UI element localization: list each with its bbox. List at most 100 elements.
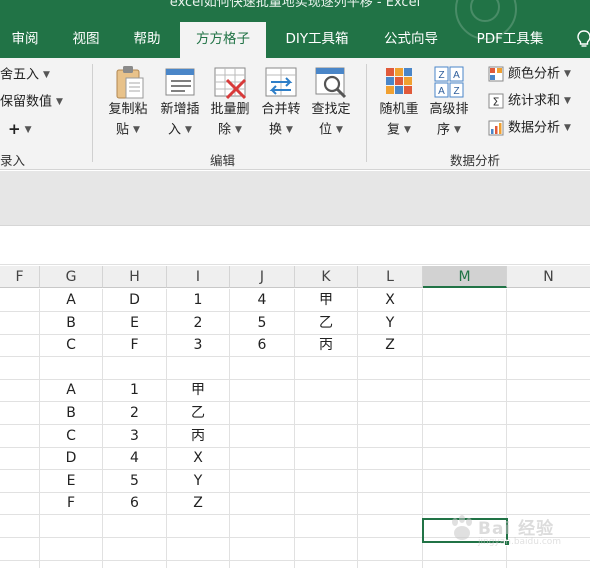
cell-k-5[interactable] <box>295 379 358 402</box>
cell-g-3[interactable]: C <box>40 334 103 357</box>
cell-k-1[interactable]: 甲 <box>295 289 358 312</box>
cell-g-6[interactable]: B <box>40 402 103 425</box>
cell-g-1[interactable]: A <box>40 289 103 312</box>
cell-j-7[interactable] <box>230 425 295 448</box>
cell-l-4[interactable] <box>358 357 423 380</box>
cell-j-4[interactable] <box>230 357 295 380</box>
cell-g-11[interactable] <box>40 515 103 538</box>
cell-j-5[interactable] <box>230 379 295 402</box>
cell-j-12[interactable] <box>230 538 295 561</box>
cell-f-3[interactable] <box>0 334 40 357</box>
cell-f-1[interactable] <box>0 289 40 312</box>
cell-k-10[interactable] <box>295 492 358 515</box>
column-header-i[interactable]: I <box>167 266 230 288</box>
cell-h-11[interactable] <box>103 515 167 538</box>
cell-f-4[interactable] <box>0 357 40 380</box>
cell-k-2[interactable]: 乙 <box>295 312 358 335</box>
column-header-k[interactable]: K <box>295 266 358 288</box>
cell-f-7[interactable] <box>0 425 40 448</box>
cell-g-9[interactable]: E <box>40 470 103 493</box>
cell-m-5[interactable] <box>423 379 507 402</box>
cell-i-9[interactable]: Y <box>167 470 230 493</box>
cell-f-6[interactable] <box>0 402 40 425</box>
cell-l-6[interactable] <box>358 402 423 425</box>
cell-g-5[interactable]: A <box>40 379 103 402</box>
cell-k-9[interactable] <box>295 470 358 493</box>
copy-paste-button[interactable]: 复制粘 贴 ▼ <box>103 62 153 148</box>
tab-pdf-tools[interactable]: PDF工具集 <box>460 22 560 58</box>
cell-n-3[interactable] <box>507 334 590 357</box>
cell-i-12[interactable] <box>167 538 230 561</box>
cell-n-6[interactable] <box>507 402 590 425</box>
cell-j-9[interactable] <box>230 470 295 493</box>
cell-k-8[interactable] <box>295 447 358 470</box>
cell-k-7[interactable] <box>295 425 358 448</box>
tab-diy-toolbox[interactable]: DIY工具箱 <box>272 22 362 58</box>
cell-l-8[interactable] <box>358 447 423 470</box>
cell-j-1[interactable]: 4 <box>230 289 295 312</box>
keep-value-button[interactable]: 保留数值 ▼ <box>0 91 63 113</box>
cell-g-7[interactable]: C <box>40 425 103 448</box>
cell-f-12[interactable] <box>0 538 40 561</box>
column-header-g[interactable]: G <box>40 266 103 288</box>
cell-l-3[interactable]: Z <box>358 334 423 357</box>
cell-j-6[interactable] <box>230 402 295 425</box>
merge-convert-button[interactable]: 合并转 换 ▼ <box>256 62 306 148</box>
cell-k-12[interactable] <box>295 538 358 561</box>
cell-n-1[interactable] <box>507 289 590 312</box>
cell-l-7[interactable] <box>358 425 423 448</box>
cell-n-7[interactable] <box>507 425 590 448</box>
cell-i-10[interactable]: Z <box>167 492 230 515</box>
cell-j-2[interactable]: 5 <box>230 312 295 335</box>
cell-i-7[interactable]: 丙 <box>167 425 230 448</box>
cell-f-9[interactable] <box>0 470 40 493</box>
cell-m-4[interactable] <box>423 357 507 380</box>
cell-k-6[interactable] <box>295 402 358 425</box>
cell-k-13[interactable] <box>295 560 358 568</box>
column-header-h[interactable]: H <box>103 266 167 288</box>
cell-m-8[interactable] <box>423 447 507 470</box>
cell-h-6[interactable]: 2 <box>103 402 167 425</box>
tab-review[interactable]: 审阅 <box>0 22 50 58</box>
cell-m-2[interactable] <box>423 312 507 335</box>
cell-l-13[interactable] <box>358 560 423 568</box>
insert-button[interactable]: 新增插 入 ▼ <box>155 62 205 148</box>
cell-l-1[interactable]: X <box>358 289 423 312</box>
cell-i-13[interactable] <box>167 560 230 568</box>
cell-l-10[interactable] <box>358 492 423 515</box>
cell-f-13[interactable] <box>0 560 40 568</box>
cell-i-6[interactable]: 乙 <box>167 402 230 425</box>
cell-n-8[interactable] <box>507 447 590 470</box>
find-locate-button[interactable]: 查找定 位 ▼ <box>306 62 356 148</box>
cell-m-7[interactable] <box>423 425 507 448</box>
cell-h-4[interactable] <box>103 357 167 380</box>
cell-h-7[interactable]: 3 <box>103 425 167 448</box>
cell-f-11[interactable] <box>0 515 40 538</box>
random-repeat-button[interactable]: 随机重 复 ▼ <box>374 62 424 148</box>
cell-i-8[interactable]: X <box>167 447 230 470</box>
cell-n-9[interactable] <box>507 470 590 493</box>
cell-m-9[interactable] <box>423 470 507 493</box>
cell-k-4[interactable] <box>295 357 358 380</box>
tab-help[interactable]: 帮助 <box>119 22 175 58</box>
column-header-m[interactable]: M <box>423 266 507 288</box>
cell-h-13[interactable] <box>103 560 167 568</box>
tab-fangfang-gezi[interactable]: 方方格子 <box>180 22 266 58</box>
cell-l-2[interactable]: Y <box>358 312 423 335</box>
lightbulb-icon[interactable] <box>576 30 590 48</box>
round-button[interactable]: 舍五入 ▼ <box>0 64 50 86</box>
column-header-f[interactable]: F <box>0 266 40 288</box>
cell-m-13[interactable] <box>423 560 507 568</box>
column-header-l[interactable]: L <box>358 266 423 288</box>
formula-bar[interactable] <box>0 227 590 265</box>
cell-j-10[interactable] <box>230 492 295 515</box>
cell-i-3[interactable]: 3 <box>167 334 230 357</box>
cell-g-10[interactable]: F <box>40 492 103 515</box>
cell-h-8[interactable]: 4 <box>103 447 167 470</box>
cell-j-3[interactable]: 6 <box>230 334 295 357</box>
cell-f-10[interactable] <box>0 492 40 515</box>
cell-l-9[interactable] <box>358 470 423 493</box>
cell-f-8[interactable] <box>0 447 40 470</box>
color-analysis-button[interactable]: 颜色分析 ▼ <box>488 63 571 85</box>
column-header-n[interactable]: N <box>507 266 590 288</box>
